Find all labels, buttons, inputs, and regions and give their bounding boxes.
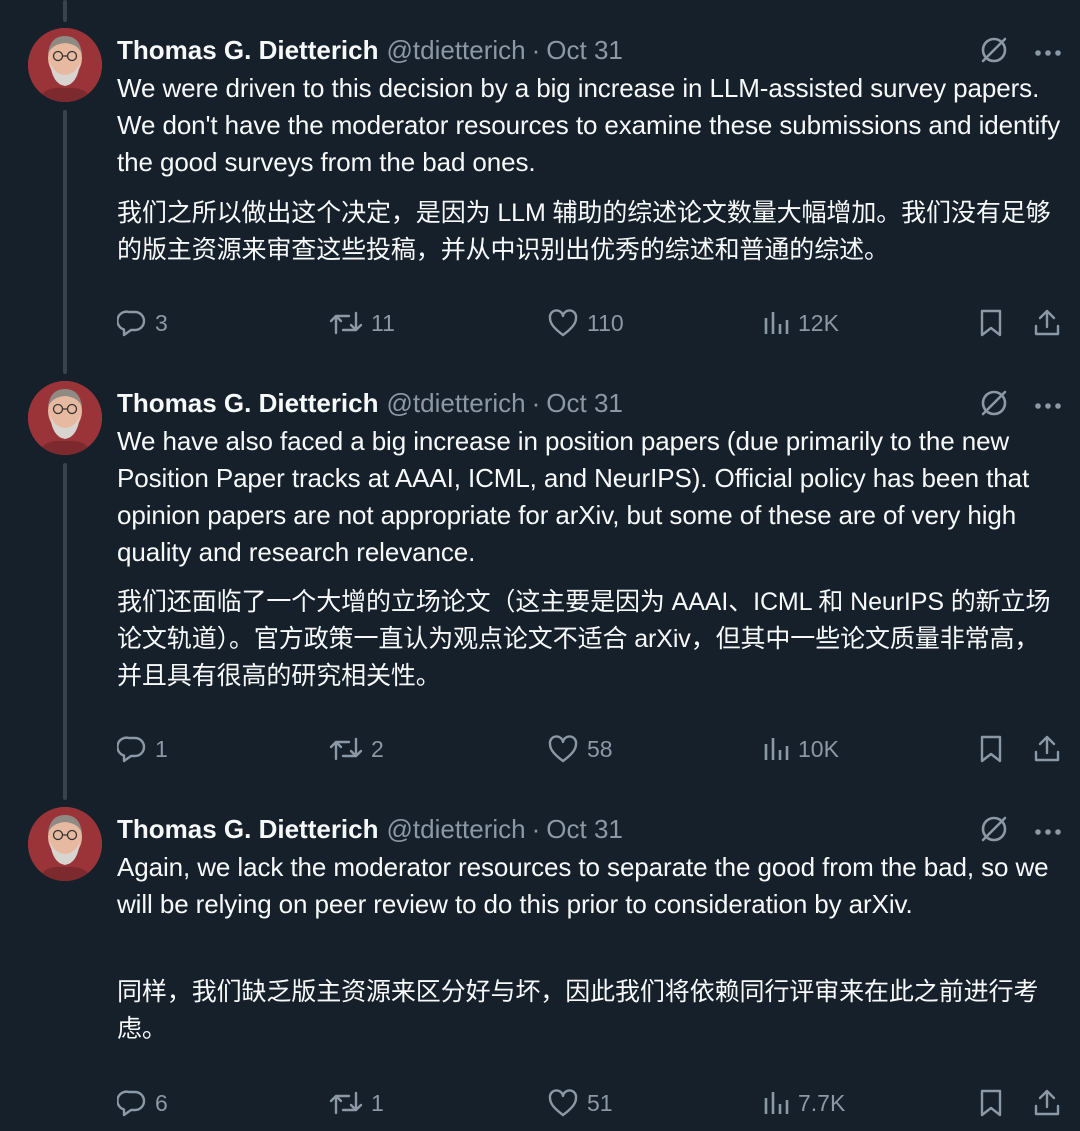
tweet-date[interactable]: Oct 31 [546, 814, 623, 845]
thread-line [63, 0, 67, 22]
reply-count: 6 [155, 1089, 168, 1116]
reply-icon [117, 734, 147, 764]
author-handle[interactable]: @tdietterich [387, 814, 526, 845]
more-icon[interactable] [1034, 44, 1062, 62]
views-count: 10K [798, 735, 839, 762]
share-icon [1032, 1088, 1062, 1118]
tweet-header: Thomas G. Dietterich @tdietterich · Oct … [117, 383, 623, 423]
tweet-text-en: We have also faced a big increase in pos… [117, 426, 1030, 567]
retweet-button[interactable]: 1 [329, 1083, 384, 1123]
thread-line [63, 110, 67, 374]
tweet-header: Thomas G. Dietterich @tdietterich · Oct … [117, 809, 623, 849]
author-name[interactable]: Thomas G. Dietterich [117, 35, 379, 66]
share-button[interactable] [1032, 303, 1062, 343]
avatar[interactable] [28, 381, 102, 455]
like-icon [547, 734, 579, 764]
bookmark-icon [977, 734, 1005, 764]
retweet-icon [329, 734, 363, 764]
views-button[interactable]: 7.7K [762, 1083, 845, 1123]
tweet-text-en: Again, we lack the moderator resources t… [117, 852, 1049, 919]
tweet-text-zh: 同样，我们缺乏版主资源来区分好与坏，因此我们将依赖同行评审来在此之前进行考虑。 [117, 978, 1039, 1043]
views-icon [762, 734, 790, 764]
reply-icon [117, 1088, 147, 1118]
more-icon[interactable] [1034, 397, 1062, 415]
tweet-actions: 3 11 110 12K [117, 303, 1062, 343]
author-name[interactable]: Thomas G. Dietterich [117, 814, 379, 845]
like-count: 58 [587, 735, 613, 762]
header-icons [978, 813, 1062, 850]
reply-button[interactable]: 6 [117, 1083, 168, 1123]
views-icon [762, 1088, 790, 1118]
views-button[interactable]: 12K [762, 303, 839, 343]
bookmark-button[interactable] [977, 729, 1005, 769]
retweet-icon [329, 308, 363, 338]
retweet-button[interactable]: 2 [329, 729, 384, 769]
retweet-count: 2 [371, 735, 384, 762]
more-icon[interactable] [1034, 823, 1062, 841]
like-button[interactable]: 58 [547, 729, 613, 769]
like-count: 110 [587, 309, 624, 336]
tweet-date[interactable]: Oct 31 [546, 388, 623, 419]
like-button[interactable]: 51 [547, 1083, 613, 1123]
share-button[interactable] [1032, 729, 1062, 769]
bookmark-icon [977, 308, 1005, 338]
separator: · [531, 387, 541, 418]
grok-icon[interactable] [978, 387, 1010, 424]
avatar[interactable] [28, 807, 102, 881]
tweet-text-zh: 我们还面临了一个大增的立场论文（这主要是因为 AAAI、ICML 和 NeurI… [117, 588, 1051, 690]
retweet-count: 11 [371, 309, 395, 336]
reply-button[interactable]: 1 [117, 729, 168, 769]
views-button[interactable]: 10K [762, 729, 839, 769]
views-count: 7.7K [798, 1089, 846, 1116]
like-button[interactable]: 110 [547, 303, 624, 343]
like-count: 51 [587, 1089, 613, 1116]
header-icons [978, 387, 1062, 424]
grok-icon[interactable] [978, 34, 1010, 71]
retweet-icon [329, 1088, 363, 1118]
thread-line [63, 463, 67, 800]
tweet-actions: 6 1 51 7.7K [117, 1083, 1062, 1123]
retweet-count: 1 [371, 1089, 384, 1116]
like-icon [547, 308, 579, 338]
share-icon [1032, 308, 1062, 338]
author-name[interactable]: Thomas G. Dietterich [117, 388, 379, 419]
reply-icon [117, 308, 147, 338]
grok-icon[interactable] [978, 813, 1010, 850]
share-button[interactable] [1032, 1083, 1062, 1123]
separator: · [531, 813, 541, 844]
reply-button[interactable]: 3 [117, 303, 168, 343]
separator: · [531, 34, 541, 65]
like-icon [547, 1088, 579, 1118]
tweet-text-en: We were driven to this decision by a big… [117, 73, 1061, 177]
bookmark-button[interactable] [977, 1083, 1005, 1123]
reply-count: 3 [155, 309, 168, 336]
bookmark-icon [977, 1088, 1005, 1118]
tweet-date[interactable]: Oct 31 [546, 35, 623, 66]
header-icons [978, 34, 1062, 71]
tweet-header: Thomas G. Dietterich @tdietterich · Oct … [117, 30, 623, 70]
bookmark-button[interactable] [977, 303, 1005, 343]
tweet-actions: 1 2 58 10K [117, 729, 1062, 769]
author-handle[interactable]: @tdietterich [387, 388, 526, 419]
views-count: 12K [798, 309, 839, 336]
author-handle[interactable]: @tdietterich [387, 35, 526, 66]
views-icon [762, 308, 790, 338]
reply-count: 1 [155, 735, 168, 762]
tweet-text-zh: 我们之所以做出这个决定，是因为 LLM 辅助的综述论文数量大幅增加。我们没有足够… [117, 199, 1051, 264]
share-icon [1032, 734, 1062, 764]
avatar[interactable] [28, 28, 102, 102]
retweet-button[interactable]: 11 [329, 303, 395, 343]
